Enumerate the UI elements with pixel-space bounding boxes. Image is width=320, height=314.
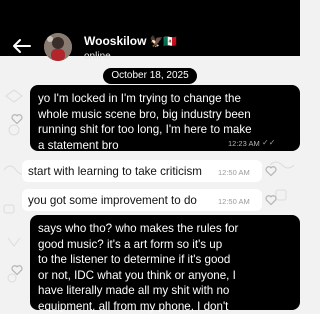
message-line: have literally made all my shit with no [38, 283, 294, 299]
contact-status: online [84, 51, 111, 62]
heart-icon[interactable] [265, 194, 277, 206]
incoming-message[interactable]: you got some improvement to do 12:50 AM [22, 189, 262, 211]
name-badges: 🦅🇲🇽 [149, 36, 176, 48]
message-line: says who tho? who makes the rules for [38, 221, 294, 237]
message-line: equipment, all from my phone, I don't [38, 299, 294, 314]
message-time: 12:50 AM [218, 197, 250, 206]
incoming-message[interactable]: start with learning to take criticism 12… [22, 160, 262, 182]
double-check-icon: ✓✓ [262, 138, 275, 147]
heart-icon[interactable] [11, 264, 23, 276]
message-line: yo I'm locked in I'm trying to change th… [38, 91, 294, 107]
chat-header: Wooskilow🦅🇲🇽 online [0, 0, 300, 56]
heart-icon[interactable] [265, 165, 277, 177]
message-line: good music? it's a art form so it's up [38, 237, 294, 253]
avatar-picture [44, 33, 72, 61]
contact-name[interactable]: Wooskilow🦅🇲🇽 [84, 34, 177, 48]
avatar[interactable] [44, 33, 72, 61]
message-line: running shit for too long, I'm here to m… [38, 122, 294, 138]
message-time: 12:23 AM [228, 139, 260, 148]
outgoing-message[interactable]: yo I'm locked in I'm trying to change th… [30, 85, 300, 151]
outgoing-message[interactable]: says who tho? who makes the rules for go… [30, 215, 300, 310]
date-chip: October 18, 2025 [103, 68, 197, 84]
contact-name-text: Wooskilow [84, 34, 146, 48]
message-line: to the listener to determine if it's goo… [38, 252, 294, 268]
heart-icon[interactable] [11, 113, 23, 125]
message-line: whole music scene bro, big industry been [38, 107, 294, 123]
message-time: 12:50 AM [218, 168, 250, 177]
message-line: or not, IDC what you think or anyone, I [38, 268, 294, 284]
back-arrow-icon[interactable] [12, 38, 32, 54]
